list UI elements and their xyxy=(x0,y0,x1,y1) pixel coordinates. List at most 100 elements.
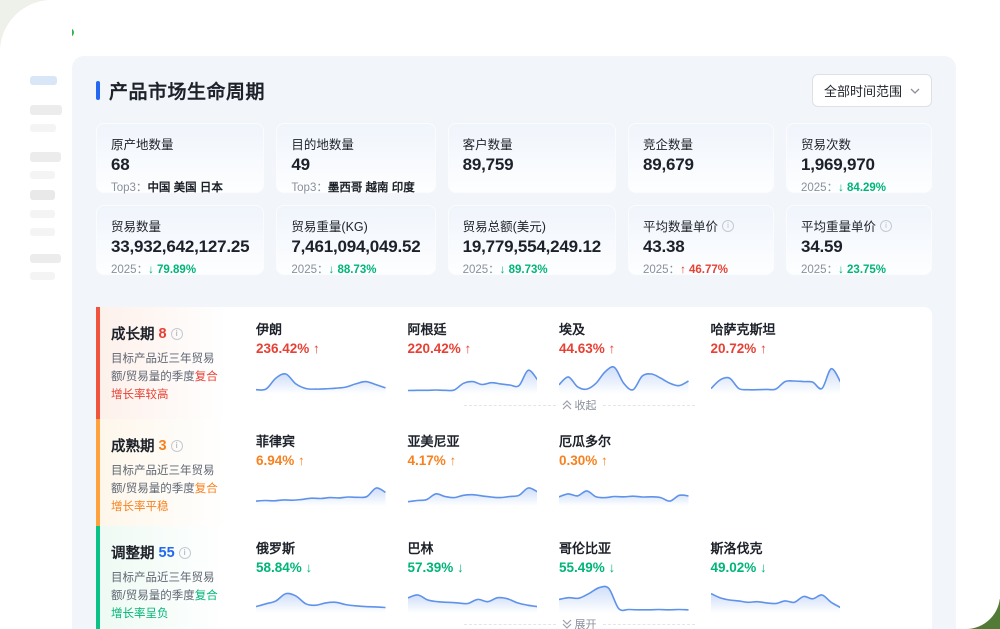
country-growth-pct: 220.42% ↑ xyxy=(408,341,538,356)
section-title: 成长期8i xyxy=(111,323,218,344)
stat-card-sub-prefix: 2025： xyxy=(801,264,838,276)
stat-card-value: 43.38 xyxy=(643,237,759,257)
stat-card: 目的地数量 49 Top3：墨西哥 越南 印度 xyxy=(276,123,435,193)
country-growth-pct: 20.72% ↑ xyxy=(711,341,841,356)
toggle-label: 展开 xyxy=(562,616,597,629)
country-trend-item[interactable]: 伊朗 236.42% ↑ xyxy=(256,319,386,394)
sidebar-skeleton xyxy=(0,0,72,629)
country-growth-pct: 4.17% ↑ xyxy=(408,453,538,468)
sidebar-skeleton-item xyxy=(30,105,62,115)
double-chevron-up-icon xyxy=(562,400,572,410)
section-charts-grid: 俄罗斯 58.84% ↓ 巴林57.39% ↓ 哥伦比亚55.49% ↓ 斯洛伐克49.… xyxy=(226,526,932,613)
sidebar-skeleton-item xyxy=(30,124,56,132)
stat-card-label: 目的地数量 xyxy=(291,134,420,153)
country-trend-item[interactable]: 巴林57.39% ↓ xyxy=(408,538,538,613)
stat-card-value: 89,679 xyxy=(643,155,759,175)
stat-card-label-text: 目的地数量 xyxy=(291,134,354,153)
sidebar-skeleton-item xyxy=(30,210,55,218)
stat-card-value: 33,932,642,127.25 xyxy=(111,237,249,257)
info-icon[interactable]: i xyxy=(179,547,191,559)
info-icon[interactable]: i xyxy=(722,220,734,232)
stat-card-label-text: 平均数量单价 xyxy=(643,216,718,235)
stat-card-sub-prefix: Top3： xyxy=(291,182,327,194)
stat-card: 贸易总额(美元)19,779,554,249.122025：↓ 89.73% xyxy=(448,205,616,275)
toggle-label-text: 展开 xyxy=(575,616,597,629)
stat-card-label-text: 贸易重量(KG) xyxy=(291,216,367,235)
dashboard-panel: 产品市场生命周期 全部时间范围 原产地数量68Top3：中国 美国 日本目的地数… xyxy=(72,56,956,629)
stat-card-sub-prefix: 2025： xyxy=(291,264,328,276)
country-name: 伊朗 xyxy=(256,319,386,338)
stat-card: 客户数量89,759 xyxy=(448,123,616,193)
stat-card-value: 68 xyxy=(111,155,249,175)
section-count: 8 xyxy=(159,326,167,342)
country-trend-item[interactable]: 埃及44.63% ↑ xyxy=(559,319,689,394)
section-charts-wrap: 俄罗斯 58.84% ↓ 巴林57.39% ↓ 哥伦比亚55.49% ↓ 斯洛伐克49.… xyxy=(226,526,932,629)
country-growth-pct: 58.84% ↓ xyxy=(256,560,386,575)
stat-card-sub-prefix: 2025： xyxy=(801,182,838,194)
divider-line xyxy=(603,624,695,625)
stat-card-label: 平均重量单价i xyxy=(801,216,917,235)
page-title-wrap: 产品市场生命周期 xyxy=(96,77,265,104)
info-icon[interactable]: i xyxy=(880,220,892,232)
trend-sparkline-chart xyxy=(408,358,538,394)
country-name: 哥伦比亚 xyxy=(559,538,689,557)
country-trend-item[interactable]: 哈萨克斯坦20.72% ↑ xyxy=(711,319,841,394)
stat-card-subline: 2025：↓ 89.73% xyxy=(463,261,601,277)
stat-card: 贸易重量(KG)7,461,094,049.522025：↓ 88.73% xyxy=(276,205,435,275)
expand-toggle[interactable]: 展开 xyxy=(226,613,932,629)
stat-card-subline: Top3：中国 美国 日本 xyxy=(111,179,249,195)
stat-card-subline: 2025：↓ 88.73% xyxy=(291,261,420,277)
stat-card-label: 竞企数量 xyxy=(643,134,759,153)
country-name: 埃及 xyxy=(559,319,689,338)
stat-card-label: 客户数量 xyxy=(463,134,601,153)
country-trend-item[interactable]: 哥伦比亚55.49% ↓ xyxy=(559,538,689,613)
country-trend-item[interactable]: 菲律宾6.94% ↑ xyxy=(256,431,386,506)
stat-card-subline: 2025：↓ 84.29% xyxy=(801,179,917,195)
country-growth-pct: 57.39% ↓ xyxy=(408,560,538,575)
country-trend-item[interactable]: 阿根廷 220.42% ↑ xyxy=(408,319,538,394)
info-icon[interactable]: i xyxy=(171,440,183,452)
country-growth-pct: 6.94% ↑ xyxy=(256,453,386,468)
stat-card-value: 49 xyxy=(291,155,420,175)
stat-card-trend: ↑ 46.77% xyxy=(680,264,728,276)
country-trend-item[interactable]: 斯洛伐克49.02% ↓ xyxy=(711,538,841,613)
country-name: 阿根廷 xyxy=(408,319,538,338)
page: 产品市场生命周期 全部时间范围 原产地数量68Top3：中国 美国 日本目的地数… xyxy=(0,0,1000,629)
stat-card-trend: ↓ 89.73% xyxy=(500,264,548,276)
divider-line xyxy=(464,405,556,406)
trend-sparkline-chart xyxy=(559,577,689,613)
country-name: 厄瓜多尔 xyxy=(559,431,689,450)
sidebar-skeleton-item xyxy=(30,190,55,200)
stat-card: 贸易数量33,932,642,127.252025：↓ 79.89% xyxy=(96,205,264,275)
title-accent-bar xyxy=(96,81,100,100)
country-trend-item[interactable]: 俄罗斯 58.84% ↓ xyxy=(256,538,386,613)
stat-card-label: 平均数量单价 i xyxy=(643,216,759,235)
section-count: 55 xyxy=(159,545,175,561)
time-range-value: 全部时间范围 xyxy=(824,81,902,100)
collapse-toggle[interactable]: 收起 xyxy=(226,394,932,419)
country-name: 亚美尼亚 xyxy=(408,431,538,450)
section-label-growth: 成长期8i目标产品近三年贸易额/贸易量的季度复合增长率较高 xyxy=(96,307,226,419)
trend-sparkline-chart xyxy=(408,577,538,613)
chevron-down-icon xyxy=(910,88,920,94)
country-name: 俄罗斯 xyxy=(256,538,386,557)
stat-card-top3-value: 墨西哥 越南 印度 xyxy=(328,182,415,194)
section-description: 目标产品近三年贸易额/贸易量的季度复合增长率平稳 xyxy=(111,463,218,516)
trend-sparkline-chart xyxy=(256,470,386,506)
country-trend-item[interactable]: 亚美尼亚 4.17% ↑ xyxy=(408,431,538,506)
stat-card-trend: ↓ 23.75% xyxy=(838,264,886,276)
stat-card-value: 19,779,554,249.12 xyxy=(463,237,601,257)
time-range-select[interactable]: 全部时间范围 xyxy=(812,74,932,107)
section-charts-wrap: 菲律宾6.94% ↑ 亚美尼亚 4.17% ↑ 厄瓜多尔0.30% ↑ xyxy=(226,419,932,526)
stat-card-subline: 2025：↑ 46.77% xyxy=(643,261,759,277)
country-growth-pct: 236.42% ↑ xyxy=(256,341,386,356)
lifecycle-sections: 成长期8i目标产品近三年贸易额/贸易量的季度复合增长率较高 伊朗 236.42% ↑… xyxy=(96,307,932,629)
country-trend-item[interactable]: 厄瓜多尔0.30% ↑ xyxy=(559,431,689,506)
double-chevron-down-icon xyxy=(562,619,572,629)
sidebar-skeleton-item xyxy=(30,228,55,236)
info-icon[interactable]: i xyxy=(171,328,183,340)
page-title: 产品市场生命周期 xyxy=(109,77,265,104)
sidebar-skeleton-item xyxy=(30,272,55,280)
stat-card-sub-prefix: 2025： xyxy=(463,264,500,276)
stat-card-label-text: 竞企数量 xyxy=(643,134,693,153)
